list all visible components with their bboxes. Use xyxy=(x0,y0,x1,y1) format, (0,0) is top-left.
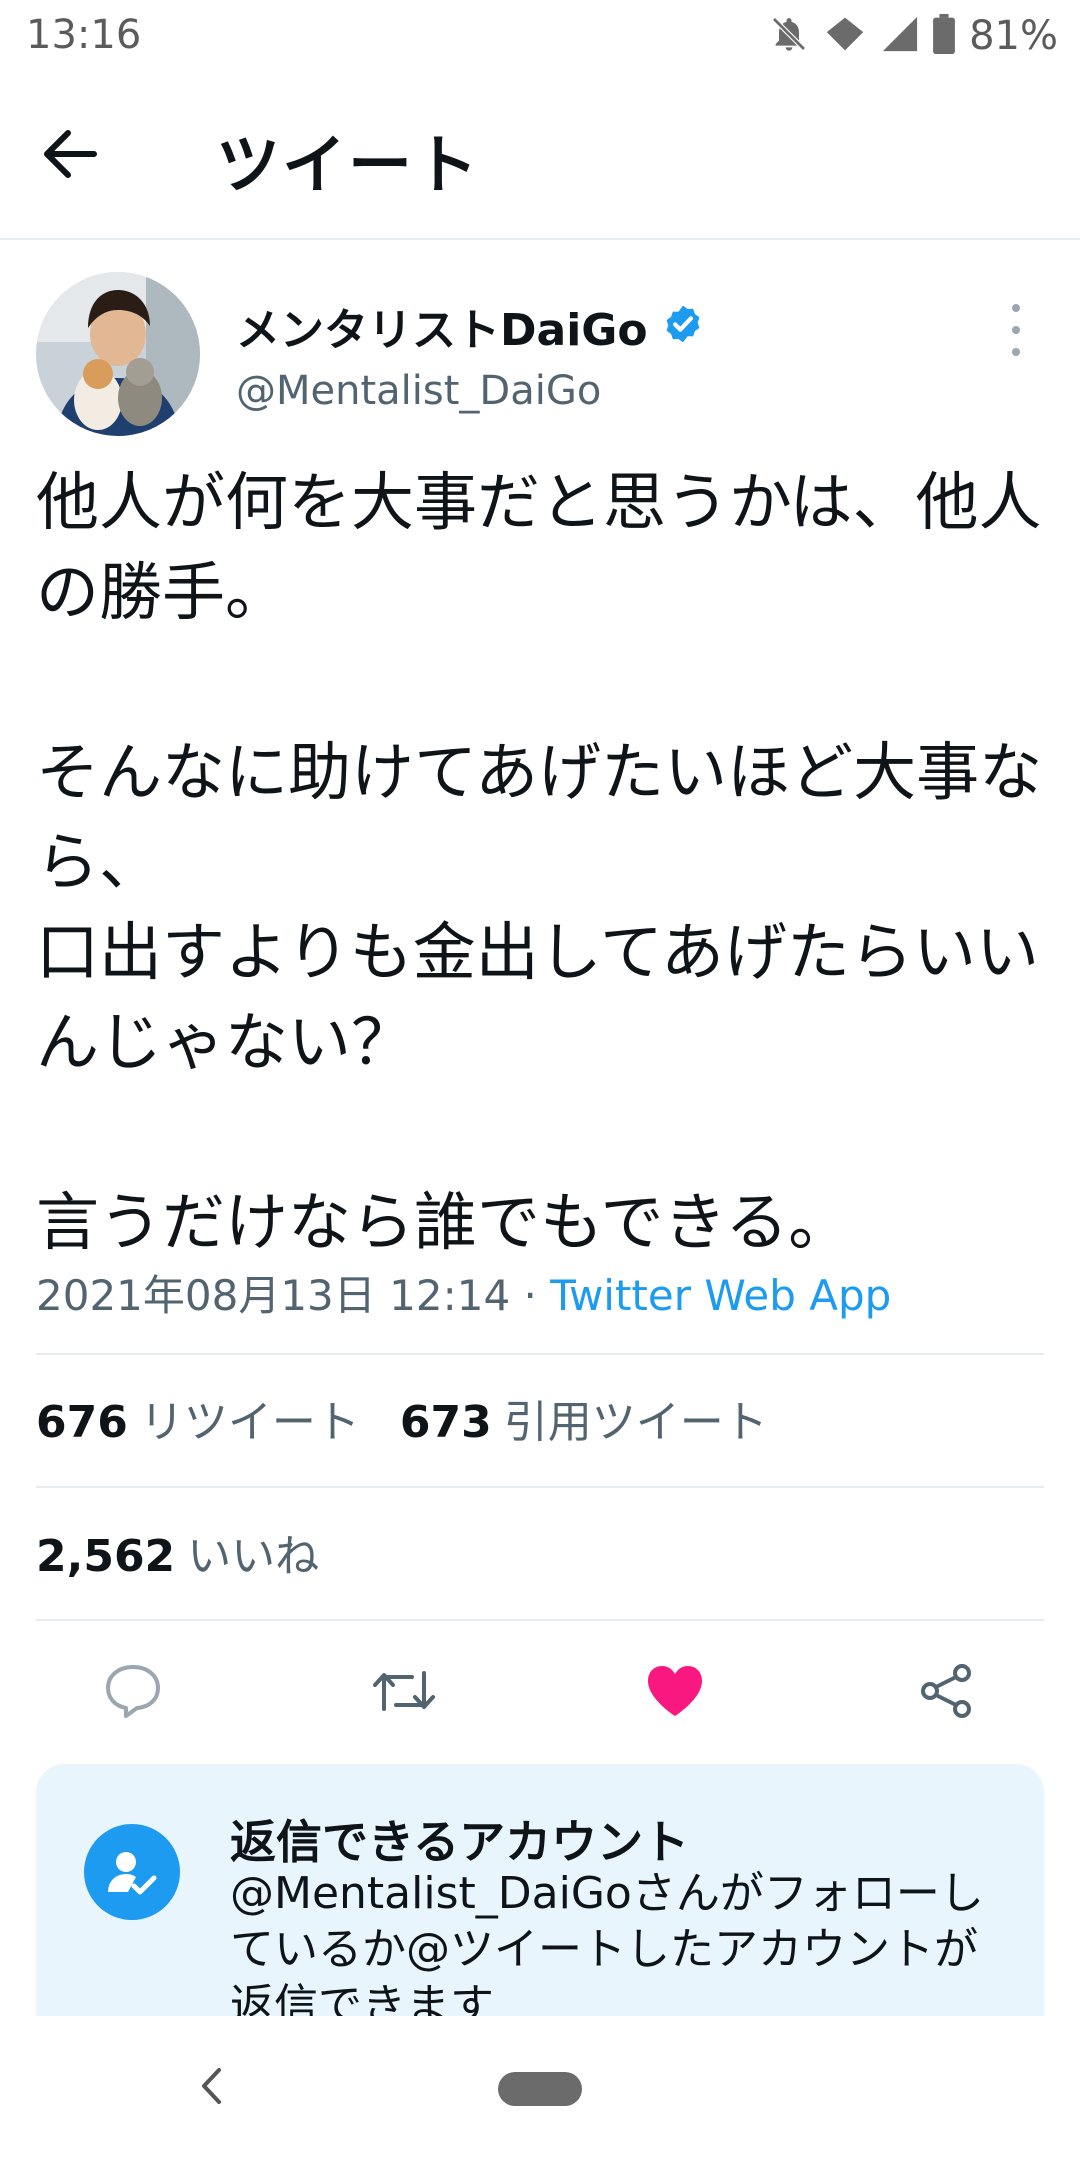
notifications-off-icon xyxy=(769,14,809,58)
retweets-stat[interactable]: 676 リツイート xyxy=(36,1386,360,1450)
tweet-timestamp: 2021年08月13日 12:14 xyxy=(36,1271,511,1320)
status-icons: 81% xyxy=(769,13,1058,59)
tweet-meta: 2021年08月13日 12:14 · Twitter Web App xyxy=(36,1262,891,1323)
reply-restriction-title: 返信できるアカウント xyxy=(230,1815,690,1869)
divider xyxy=(36,1486,1044,1488)
retweet-label: リツイート xyxy=(139,1397,360,1448)
page-title: ツイート xyxy=(216,129,480,203)
likes-stat[interactable]: 2,562 いいね xyxy=(36,1520,319,1584)
arrow-left-icon xyxy=(40,128,98,184)
reply-restriction-body: @Mentalist_DaiGoさんがフォローしているか@ツイートしたアカウント… xyxy=(230,1868,984,2024)
status-time: 13:16 xyxy=(26,12,142,58)
chevron-left-icon xyxy=(199,2066,223,2110)
status-bar: 13:16 81% xyxy=(0,0,1080,72)
back-button[interactable] xyxy=(40,118,130,194)
reply-icon xyxy=(103,1663,163,1723)
avatar[interactable] xyxy=(36,272,200,436)
author-row: メンタリストDaiGo xyxy=(236,294,704,358)
heart-icon xyxy=(645,1664,705,1722)
system-nav-bar xyxy=(0,2016,1080,2160)
share-button[interactable] xyxy=(911,1658,981,1728)
tweet-text: 他人が何を大事だと思うかは、他人の勝手。 そんなに助けてあげたいほど大事なら、 … xyxy=(36,466,1043,1259)
user-handle[interactable]: @Mentalist_DaiGo xyxy=(236,368,601,414)
like-button[interactable] xyxy=(640,1658,710,1728)
home-pill[interactable] xyxy=(498,2072,582,2106)
reply-restriction-card: 返信できるアカウント @Mentalist_DaiGoさんがフォローしているか@… xyxy=(36,1764,1044,2024)
app-header: ツイート xyxy=(0,72,1080,240)
system-back-button[interactable] xyxy=(186,2058,236,2118)
engagement-stats: 676 リツイート 673 引用ツイート xyxy=(36,1378,808,1458)
tweet-source-link[interactable]: Twitter Web App xyxy=(550,1271,891,1320)
quotes-stat[interactable]: 673 引用ツイート xyxy=(400,1386,768,1450)
like-count: 2,562 xyxy=(36,1531,176,1582)
quote-label: 引用ツイート xyxy=(503,1397,768,1448)
retweet-icon xyxy=(370,1665,438,1721)
data-saver-icon xyxy=(823,14,867,58)
divider xyxy=(36,1353,1044,1355)
battery-level: 81% xyxy=(969,13,1058,59)
more-options-button[interactable] xyxy=(996,300,1036,360)
retweet-count: 676 xyxy=(36,1397,128,1448)
quote-count: 673 xyxy=(399,1397,492,1448)
verified-badge-icon xyxy=(662,303,704,349)
action-bar xyxy=(36,1640,1044,1740)
meta-separator: · xyxy=(510,1271,551,1320)
battery-icon xyxy=(933,14,956,58)
share-icon xyxy=(917,1662,975,1724)
retweet-button[interactable] xyxy=(369,1658,439,1728)
divider xyxy=(36,1619,1044,1621)
like-label: いいね xyxy=(187,1531,320,1582)
reply-restriction-icon xyxy=(84,1824,180,1920)
more-vertical-icon xyxy=(1012,304,1020,312)
signal-icon xyxy=(881,14,919,58)
display-name[interactable]: メンタリストDaiGo xyxy=(236,294,648,358)
reply-button[interactable] xyxy=(98,1658,168,1728)
likes-stats: 2,562 いいね xyxy=(36,1512,359,1592)
